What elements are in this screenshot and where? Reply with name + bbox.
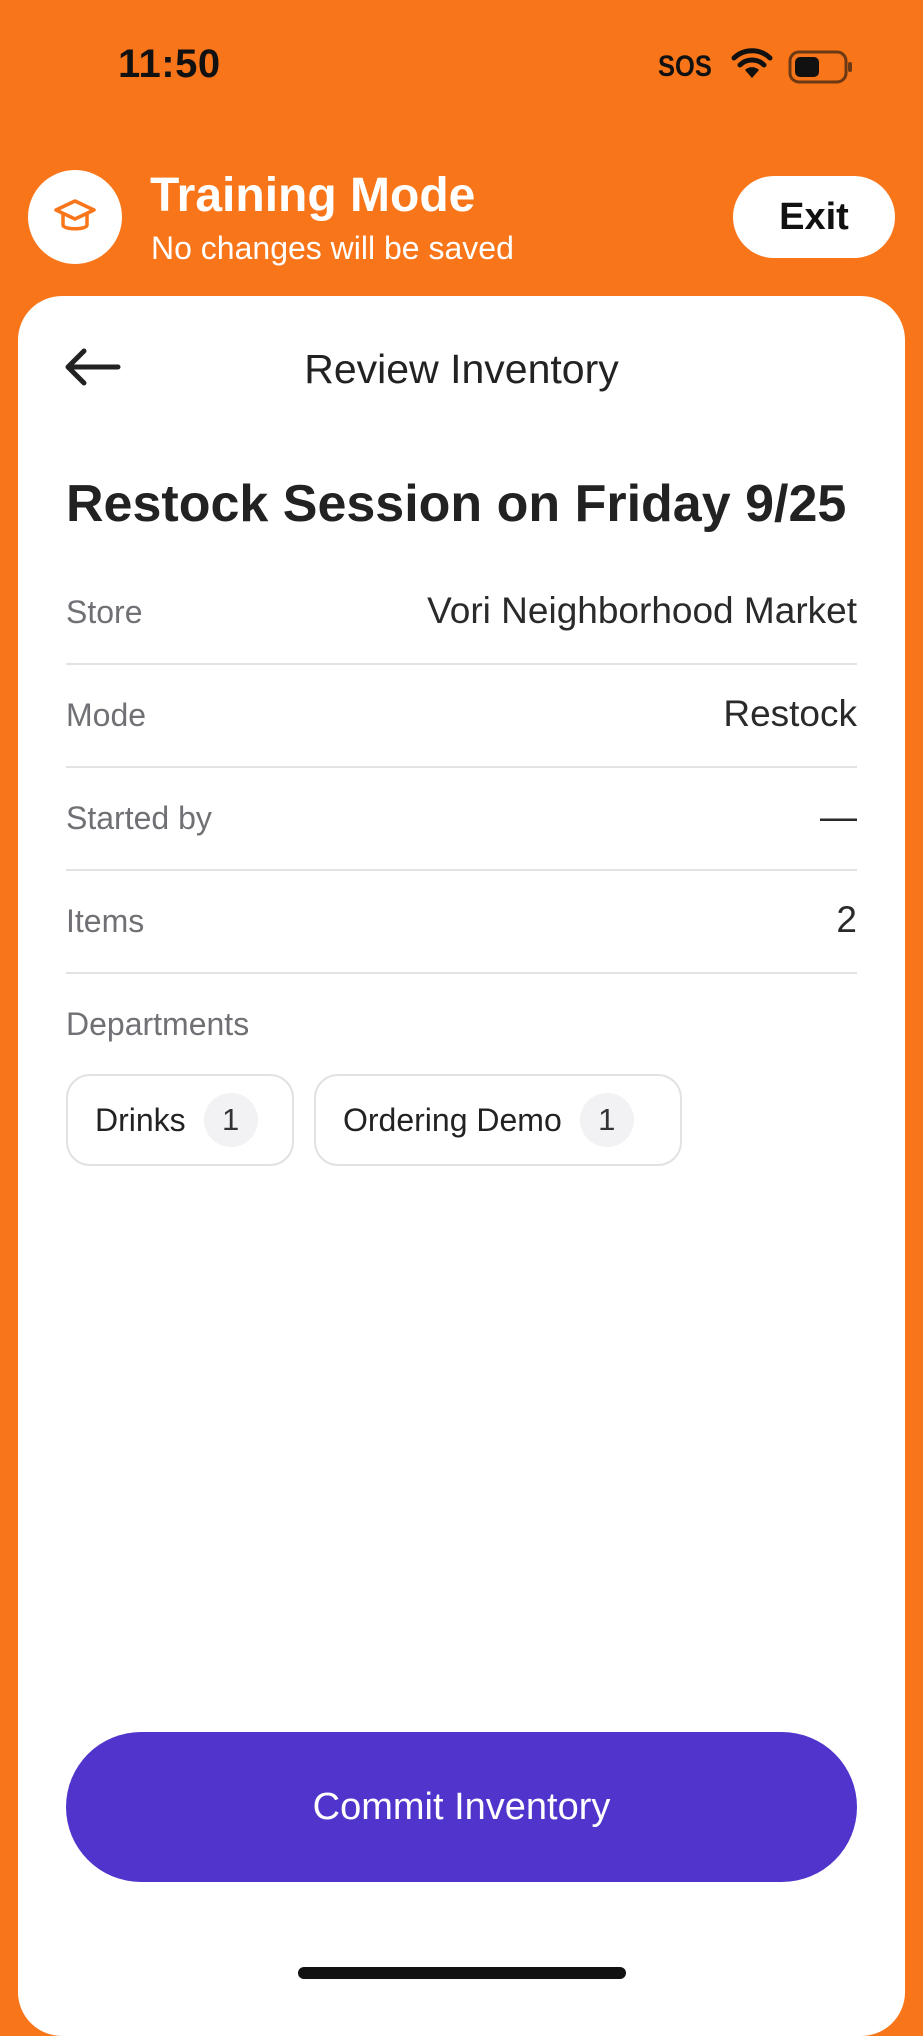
detail-value: Restock [723,693,857,734]
sos-indicator: SOS [658,50,712,83]
detail-label: Mode [66,697,147,733]
battery-icon [788,50,854,89]
detail-value: 2 [836,899,857,940]
home-indicator [298,1967,626,1979]
department-chip-ordering-demo[interactable]: Ordering Demo 1 [314,1074,682,1166]
session-title: Restock Session on Friday 9/25 [66,475,847,533]
detail-label: Items [66,903,145,939]
training-mode-banner: Training Mode No changes will be saved E… [0,160,923,300]
detail-row-mode: Mode Restock [66,663,857,768]
training-mode-subtitle: No changes will be saved [151,230,514,266]
review-inventory-sheet: Review Inventory Restock Session on Frid… [18,296,905,2036]
commit-inventory-button[interactable]: Commit Inventory [66,1732,857,1882]
detail-row-store: Store Vori Neighborhood Market [66,560,857,665]
detail-row-items: Items 2 [66,869,857,974]
detail-row-started-by: Started by — [66,766,857,871]
page-title: Review Inventory [304,346,619,392]
status-bar: 11:50 SOS [0,0,923,140]
department-count-badge: 1 [203,1093,258,1147]
department-chip-drinks[interactable]: Drinks 1 [66,1074,294,1166]
status-time: 11:50 [118,42,221,86]
departments-label: Departments [66,1006,250,1042]
exit-button[interactable]: Exit [733,176,895,258]
department-count-badge: 1 [579,1093,634,1147]
graduation-cap-icon [28,170,122,264]
detail-value: — [820,796,857,837]
detail-label: Started by [66,800,212,836]
detail-label: Store [66,594,143,630]
detail-value: Vori Neighborhood Market [427,590,857,631]
department-name: Ordering Demo [343,1101,562,1138]
training-mode-title: Training Mode [150,169,476,222]
wifi-icon [730,48,774,87]
department-name: Drinks [95,1101,186,1138]
